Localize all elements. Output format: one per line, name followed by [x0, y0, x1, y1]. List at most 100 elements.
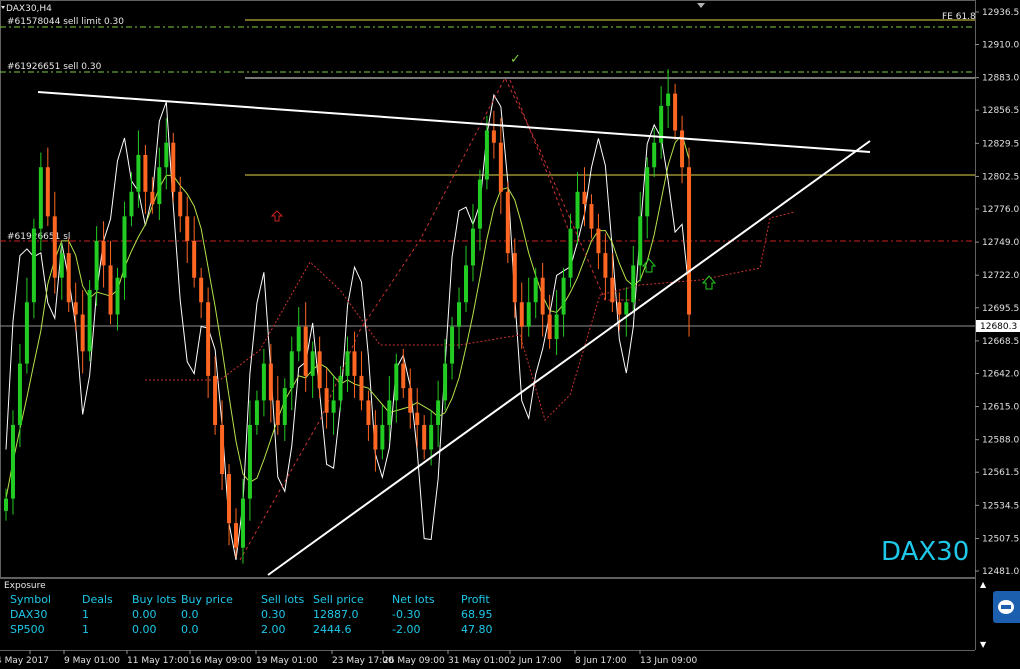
candle	[164, 142, 169, 168]
candle	[631, 265, 636, 303]
moving-average-line	[5, 133, 690, 499]
candle	[185, 216, 190, 241]
candle	[303, 326, 308, 376]
price-tick-label: 12829.5	[982, 139, 1019, 149]
oscillator-line	[5, 93, 690, 561]
exposure-cell: SP500	[10, 623, 45, 636]
candle	[422, 424, 427, 450]
trendline-lower[interactable]	[267, 140, 871, 576]
time-tick-label: 31 May 01:00	[448, 656, 510, 666]
candle	[373, 424, 378, 450]
exposure-cell: 68.95	[461, 608, 493, 621]
time-axis: 4 May 2017 9 May 01:00 11 May 17:00 16 May …	[0, 650, 697, 666]
order-label-sell-limit: #61578044 sell limit 0.30	[7, 17, 124, 27]
candle	[415, 412, 420, 425]
candle	[491, 130, 496, 143]
time-tick-label: 4 May 2017	[0, 656, 49, 666]
exposure-cell: 0.00	[132, 623, 157, 636]
candle	[464, 265, 468, 303]
price-tick-label: 12561.5	[982, 468, 1019, 478]
exposure-panel: Exposure Symbol Deals Buy lots Buy price Sel…	[0, 578, 975, 651]
candle	[94, 240, 99, 290]
price-chart[interactable]: DAX30,H4 #61578044 sell limit 0.30 #6192…	[0, 0, 1020, 669]
candle	[282, 388, 287, 425]
exposure-cell: 0.0	[181, 623, 199, 636]
candle	[275, 400, 280, 425]
price-tick-label: 12856.5	[982, 106, 1019, 116]
candle	[17, 363, 22, 425]
exposure-header[interactable]: Net lots	[392, 593, 435, 606]
candle	[115, 277, 120, 315]
candle	[338, 375, 343, 401]
up-arrow-icon	[270, 210, 284, 222]
exposure-header[interactable]: Sell price	[313, 593, 364, 606]
price-tick-label: 12481.0	[982, 567, 1019, 577]
candle	[66, 253, 71, 303]
time-tick-label: 11 May 17:00	[127, 656, 189, 666]
candle	[143, 154, 148, 192]
candle	[24, 302, 29, 364]
candle	[101, 240, 106, 266]
candle	[394, 363, 399, 401]
exposure-header[interactable]: Buy price	[181, 593, 233, 606]
candle	[652, 142, 657, 168]
candle	[227, 474, 232, 524]
exposure-header[interactable]: Symbol	[10, 593, 51, 606]
candle	[87, 289, 92, 352]
candle	[73, 302, 78, 315]
price-tick-label: 12936.5	[982, 8, 1019, 18]
candle	[129, 191, 134, 217]
chart-title: DAX30,H4	[6, 4, 52, 14]
price-tick-label: 12534.5	[982, 501, 1019, 511]
candle	[171, 142, 176, 192]
price-tick-label: 12507.5	[982, 534, 1019, 544]
candles-layer	[4, 69, 692, 564]
candle	[547, 314, 552, 340]
up-arrow-icon	[641, 258, 657, 273]
exposure-cell: 2.00	[261, 623, 286, 636]
candle	[582, 191, 587, 205]
exposure-cell: -0.30	[392, 608, 421, 621]
indicator-layer	[5, 76, 796, 561]
exposure-header[interactable]: Deals	[82, 593, 113, 606]
exposure-header[interactable]: Sell lots	[261, 593, 304, 606]
candle	[331, 400, 336, 413]
price-tick-label: 12883.0	[982, 74, 1019, 84]
exposure-cell: 2444.6	[313, 623, 352, 636]
candle	[554, 314, 559, 340]
candle	[526, 302, 531, 327]
price-tick-label: 12695.5	[982, 304, 1019, 314]
exposure-cell: 1	[82, 623, 89, 636]
chart-menu-icon[interactable]	[1, 6, 5, 9]
chart-shift-marker-icon[interactable]	[697, 3, 705, 8]
candle	[157, 167, 162, 205]
time-tick-label: 26 May 09:00	[383, 656, 445, 666]
teamviewer-icon[interactable]	[993, 591, 1020, 623]
candle	[596, 228, 601, 254]
candle	[457, 302, 462, 327]
exposure-header[interactable]: Profit	[461, 593, 490, 606]
price-tick-label: 12749.0	[982, 238, 1019, 248]
candle	[4, 498, 8, 511]
exposure-cell: 12887.0	[313, 608, 359, 621]
candle	[317, 351, 322, 389]
candle	[234, 523, 238, 548]
exposure-title: Exposure	[4, 581, 46, 591]
price-axis: 12936.5 12910.0 12883.0 12856.5 12829.5 12802…	[975, 8, 1019, 577]
zigzag-line	[239, 76, 640, 561]
price-tick-label: 12776.0	[982, 205, 1019, 215]
exposure-cell: DAX30	[10, 608, 48, 621]
scroll-up-icon[interactable]: ▲	[980, 580, 986, 589]
price-tick-label: 12910.0	[982, 41, 1019, 51]
price-tick-label: 12642.0	[982, 369, 1019, 379]
price-tick-label: 12588.0	[982, 436, 1019, 446]
exposure-cell: 0.0	[181, 608, 199, 621]
candle	[470, 228, 475, 266]
trendline-upper[interactable]	[37, 91, 871, 153]
candle	[617, 302, 622, 315]
chart-frame	[0, 0, 976, 578]
exposure-header[interactable]: Buy lots	[132, 593, 176, 606]
time-tick-label: 8 Jun 17:00	[575, 656, 627, 666]
scroll-down-icon[interactable]: ▼	[980, 640, 986, 649]
exposure-cell: 0.30	[261, 608, 286, 621]
